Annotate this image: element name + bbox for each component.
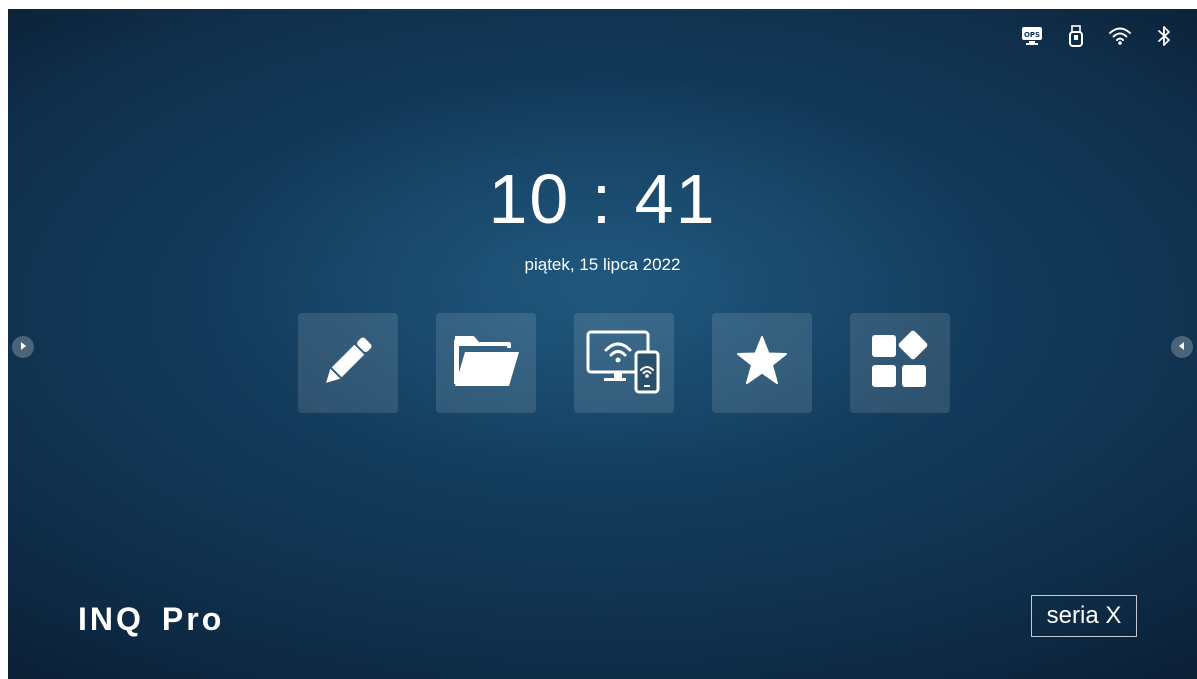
arrow-left-icon [1177,338,1187,356]
app-dock [298,313,950,413]
home-screen: OPS 10 : 41 piątek, 15 lipca 2022 INQ Pr… [8,9,1197,679]
svg-text:OPS: OPS [1024,31,1040,39]
files-button[interactable] [436,313,536,413]
apps-button[interactable] [850,313,950,413]
apps-grid-icon [869,330,931,397]
bluetooth-icon[interactable] [1151,23,1177,49]
star-icon [736,335,788,392]
ops-icon[interactable]: OPS [1019,23,1045,49]
screen-share-icon [586,328,662,399]
right-panel-handle[interactable] [1171,336,1193,358]
logo-main-text: INQ [78,601,144,637]
clock-date: piątek, 15 lipca 2022 [524,255,681,274]
usb-icon[interactable] [1063,23,1089,49]
screen-share-button[interactable] [574,313,674,413]
favorites-button[interactable] [712,313,812,413]
wifi-icon[interactable] [1107,23,1133,49]
pencil-icon [317,330,379,397]
status-bar: OPS [1019,23,1177,49]
logo-suffix-text: Pro [161,601,225,637]
arrow-right-icon [18,338,28,356]
whiteboard-button[interactable] [298,313,398,413]
left-panel-handle[interactable] [12,336,34,358]
brand-logo: INQ Pro [78,601,224,638]
series-badge: seria X [1031,595,1137,637]
folder-icon [451,332,521,395]
clock-time: 10 : 41 [488,160,717,238]
